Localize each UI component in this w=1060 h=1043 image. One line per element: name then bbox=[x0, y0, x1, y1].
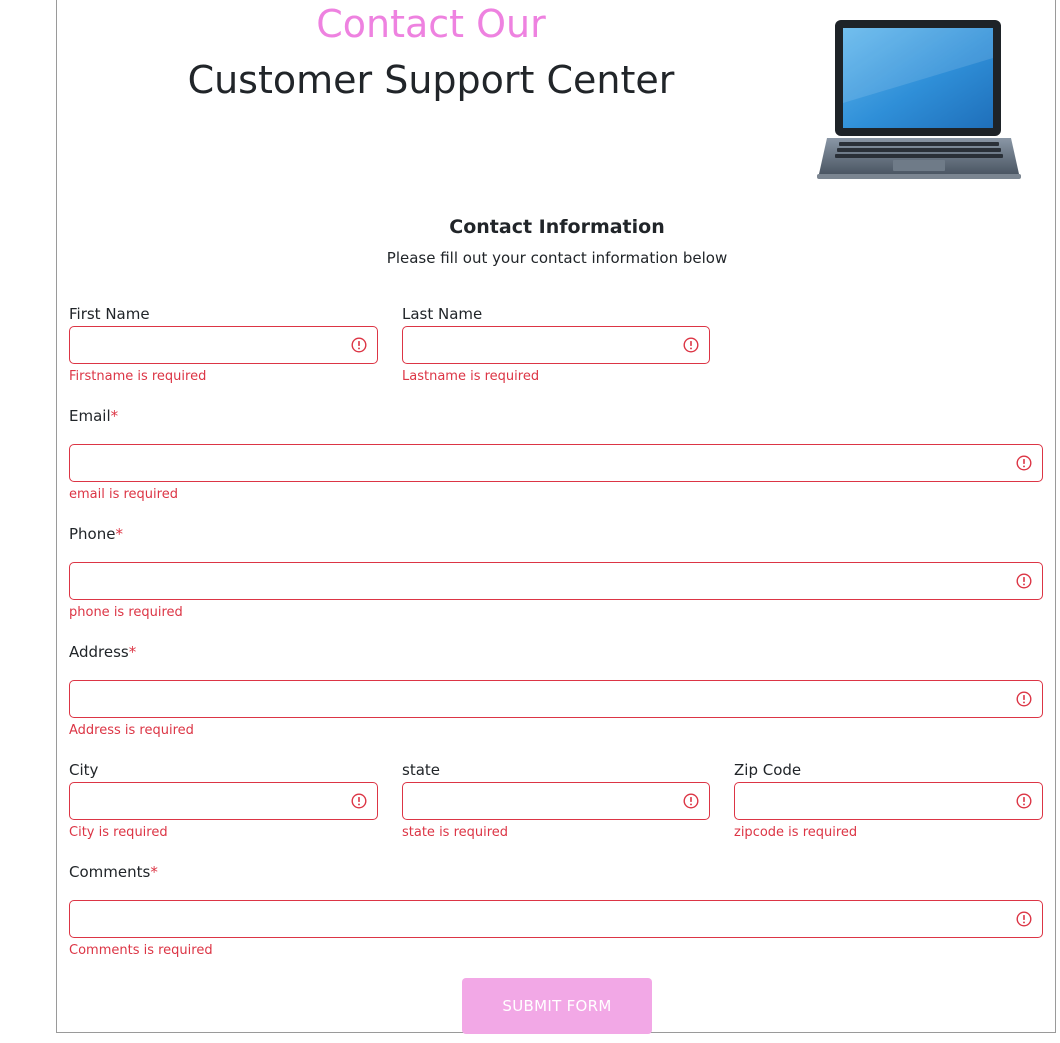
exclamation-circle-icon bbox=[1016, 573, 1032, 589]
email-input[interactable] bbox=[80, 445, 1016, 483]
section-subtitle: Please fill out your contact information… bbox=[386, 249, 728, 267]
section-title: Contact Information bbox=[449, 216, 665, 238]
page-title: Customer Support Center bbox=[187, 58, 675, 102]
state-error: state is required bbox=[402, 825, 509, 840]
email-field[interactable] bbox=[69, 444, 1043, 483]
last-name-label: Last Name bbox=[402, 305, 483, 323]
zip-field[interactable] bbox=[734, 782, 1043, 821]
address-field[interactable] bbox=[69, 680, 1043, 719]
last-name-error: Lastname is required bbox=[402, 369, 540, 384]
state-field[interactable] bbox=[402, 782, 710, 821]
exclamation-circle-icon bbox=[683, 337, 699, 353]
exclamation-circle-icon bbox=[351, 337, 367, 353]
contact-card: Contact Our Customer Support Center Cont… bbox=[56, 0, 1056, 1034]
exclamation-circle-icon bbox=[1016, 691, 1032, 707]
required-mark: * bbox=[115, 525, 123, 543]
phone-field[interactable] bbox=[69, 562, 1043, 601]
last-name-field[interactable] bbox=[402, 326, 710, 365]
exclamation-circle-icon bbox=[683, 793, 699, 809]
city-input[interactable] bbox=[80, 783, 351, 821]
state-label: state bbox=[402, 761, 440, 779]
address-label-text: Address bbox=[69, 643, 129, 661]
city-error: City is required bbox=[69, 825, 168, 840]
first-name-input[interactable] bbox=[80, 327, 351, 365]
address-error: Address is required bbox=[69, 723, 194, 738]
comments-label-text: Comments bbox=[69, 863, 151, 881]
zip-error: zipcode is required bbox=[734, 825, 858, 840]
email-error: email is required bbox=[69, 487, 178, 502]
comments-field[interactable] bbox=[69, 900, 1043, 939]
comments-error: Comments is required bbox=[69, 943, 213, 958]
first-name-label: First Name bbox=[69, 305, 150, 323]
email-label-text: Email bbox=[69, 407, 111, 425]
comments-input[interactable] bbox=[80, 901, 1016, 939]
city-field[interactable] bbox=[69, 782, 378, 821]
title-accent: Contact Our bbox=[316, 2, 546, 46]
phone-input[interactable] bbox=[80, 563, 1016, 601]
state-input[interactable] bbox=[413, 783, 683, 821]
address-input[interactable] bbox=[80, 681, 1016, 719]
first-name-error: Firstname is required bbox=[69, 369, 207, 384]
last-name-input[interactable] bbox=[413, 327, 683, 365]
zip-input[interactable] bbox=[745, 783, 1016, 821]
exclamation-circle-icon bbox=[351, 793, 367, 809]
required-mark: * bbox=[128, 643, 137, 661]
exclamation-circle-icon bbox=[1016, 911, 1032, 927]
phone-label: Phone* bbox=[69, 524, 123, 544]
address-label: Address* bbox=[69, 642, 136, 662]
phone-label-text: Phone bbox=[69, 525, 116, 543]
city-label: City bbox=[69, 761, 99, 779]
first-name-field[interactable] bbox=[69, 326, 378, 365]
comments-label: Comments* bbox=[69, 862, 158, 882]
exclamation-circle-icon bbox=[1016, 793, 1032, 809]
email-label: Email* bbox=[69, 406, 118, 426]
zip-label: Zip Code bbox=[734, 761, 802, 779]
laptop-icon bbox=[817, 20, 1021, 179]
phone-error: phone is required bbox=[69, 605, 183, 620]
required-mark: * bbox=[110, 407, 119, 425]
exclamation-circle-icon bbox=[1016, 455, 1032, 471]
required-mark: * bbox=[150, 863, 158, 881]
submit-button[interactable]: SUBMIT FORM bbox=[462, 978, 652, 1034]
